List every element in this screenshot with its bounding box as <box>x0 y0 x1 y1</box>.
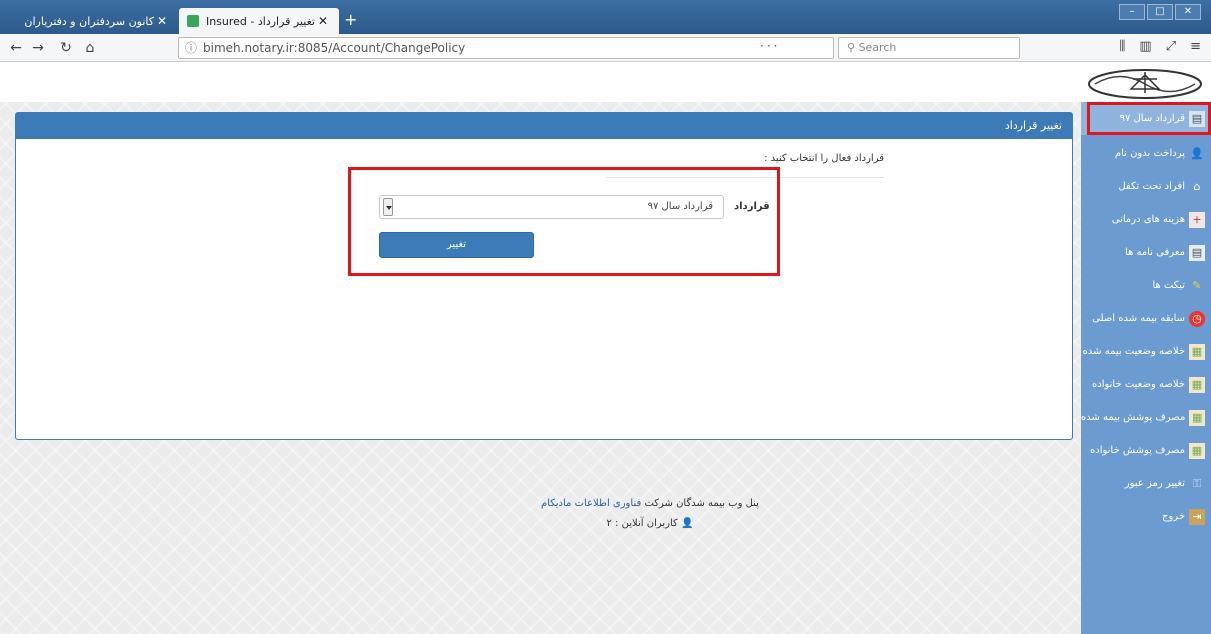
panel-title: تغییر قرارداد <box>16 113 1072 139</box>
tab-change-policy[interactable]: تغییر قرارداد - Madycom Insured ✕ <box>179 8 339 34</box>
online-users-text: کاربران آنلاین : ۲ <box>606 518 678 529</box>
browser-nav-bar: ← → ↻ ⌂ ⓘ bimeh.notary.ir:8085/Account/C… <box>0 34 1211 62</box>
sidebar-item-label: هزینه های درمانی <box>1111 214 1185 225</box>
exit-icon: ⇥ <box>1189 508 1205 525</box>
report-icon: ▦ <box>1189 376 1205 393</box>
search-input[interactable]: ⚲ Search <box>838 37 1020 59</box>
sidebar-item-label: پرداخت بدون نام <box>1114 148 1185 159</box>
site-favicon-icon <box>187 15 199 27</box>
highlight-box-form <box>348 167 780 276</box>
address-bar[interactable]: ⓘ bimeh.notary.ir:8085/Account/ChangePol… <box>178 37 834 59</box>
menu-icon[interactable]: ≡ <box>1190 39 1201 54</box>
home-icon[interactable]: ⌂ <box>80 38 100 58</box>
ticket-icon: ✎ <box>1192 279 1202 292</box>
library-icon[interactable]: ⫼ <box>1119 39 1125 54</box>
info-icon[interactable]: ⓘ <box>185 38 197 58</box>
notary-logo <box>1081 65 1209 102</box>
sidebar-item-label: خلاصه وضعیت بیمه شده <box>1082 346 1185 357</box>
close-tab-icon[interactable]: ✕ <box>315 14 331 28</box>
sidebar-item-label: خلاصه وضعیت خانواده <box>1092 379 1185 390</box>
maximize-icon[interactable]: □ <box>1147 4 1173 20</box>
online-users: 👤 کاربران آنلاین : ۲ <box>300 518 1000 529</box>
letter-icon: ▤ <box>1189 244 1205 261</box>
company-link[interactable]: فناوری اطلاعات مادیکام <box>541 498 641 509</box>
sidebar-item-label: مصرف پوشش بیمه شده <box>1081 412 1186 423</box>
sidebar-item-family-summary[interactable]: ▦ خلاصه وضعیت خانواده <box>1081 368 1211 401</box>
sidebar-item-label: تیکت ها <box>1152 280 1185 291</box>
url-text: bimeh.notary.ir:8085/Account/ChangePolic… <box>203 41 466 55</box>
report-icon: ▦ <box>1189 409 1205 426</box>
tab-title: تغییر قرارداد - Madycom Insured <box>205 14 315 28</box>
reload-icon[interactable]: ↻ <box>56 38 76 58</box>
sidebar-item-referrals[interactable]: ▤ معرفی نامه ها <box>1081 236 1211 269</box>
sidebar-item-exit[interactable]: ⇥ خروج <box>1081 500 1211 533</box>
search-icon: ⚲ <box>847 41 859 54</box>
browser-tab-bar: کانون سردفتران و دفتریاران ✕ تغییر قرارد… <box>0 0 1211 34</box>
close-window-icon[interactable]: ✕ <box>1175 4 1201 20</box>
sidebar-item-label: معرفی نامه ها <box>1124 247 1185 258</box>
footer-prefix: پنل وب بیمه شدگان شرکت <box>644 498 759 509</box>
sidebar-item-label: افراد تحت تکفل <box>1118 181 1185 192</box>
minimize-icon[interactable]: – <box>1119 4 1145 20</box>
sidebar-item-history[interactable]: ◷ سابقه بیمه شده اصلی <box>1081 302 1211 335</box>
sidebar: ▤ قرارداد سال ۹۷ 👤 پرداخت بدون نام ⌂ افر… <box>1081 102 1211 634</box>
change-policy-panel: تغییر قرارداد قرارداد فعال را انتخاب کنی… <box>15 112 1073 440</box>
sidebar-item-label: خروج <box>1162 511 1185 522</box>
page-header <box>0 62 1211 102</box>
back-icon[interactable]: ← <box>6 38 26 58</box>
sidebar-item-dependents[interactable]: ⌂ افراد تحت تکفل <box>1081 170 1211 203</box>
close-tab-icon[interactable]: ✕ <box>154 14 170 28</box>
page-actions-icon[interactable]: ··· <box>760 39 780 53</box>
sidebar-item-change-password[interactable]: ⚿ تغییر رمز عبور <box>1081 467 1211 500</box>
search-placeholder: Search <box>858 41 897 54</box>
sidebar-item-payment[interactable]: 👤 پرداخت بدون نام <box>1081 137 1211 170</box>
sidebar-item-insured-summary[interactable]: ▦ خلاصه وضعیت بیمه شده <box>1081 335 1211 368</box>
tab-notary[interactable]: کانون سردفتران و دفتریاران ✕ <box>8 8 178 34</box>
medical-icon: + <box>1189 211 1205 228</box>
tab-title: کانون سردفتران و دفتریاران <box>24 14 154 28</box>
toolbar-right: ⫼ ▥ ⤢ ≡ <box>1119 39 1201 54</box>
user-icon: 👤 <box>1190 147 1204 160</box>
sidebar-item-insured-coverage[interactable]: ▦ مصرف پوشش بیمه شده <box>1081 401 1211 434</box>
sidebar-item-label: مصرف پوشش خانواده <box>1090 445 1185 456</box>
footer-credit: پنل وب بیمه شدگان شرکت فناوری اطلاعات ما… <box>300 498 1000 509</box>
instruction-text: قرارداد فعال را انتخاب کنید : <box>764 153 884 164</box>
new-tab-button[interactable]: + <box>344 10 357 29</box>
sidebar-item-medical-costs[interactable]: + هزینه های درمانی <box>1081 203 1211 236</box>
report-icon: ▦ <box>1189 343 1205 360</box>
sidebar-item-label: تغییر رمز عبور <box>1124 478 1185 489</box>
sidebar-item-family-coverage[interactable]: ▦ مصرف پوشش خانواده <box>1081 434 1211 467</box>
report-icon: ▦ <box>1189 442 1205 459</box>
highlight-box-sidebar <box>1087 102 1211 135</box>
window-controls: – □ ✕ <box>1117 4 1201 20</box>
key-icon: ⚿ <box>1192 476 1202 490</box>
clock-icon: ◷ <box>1189 310 1205 327</box>
sidebar-item-label: سابقه بیمه شده اصلی <box>1092 313 1185 324</box>
fullscreen-icon[interactable]: ⤢ <box>1166 39 1176 54</box>
sidebar-toggle-icon[interactable]: ▥ <box>1139 39 1151 54</box>
forward-icon[interactable]: → <box>28 38 48 58</box>
family-icon: ⌂ <box>1193 180 1201 193</box>
sidebar-item-tickets[interactable]: ✎ تیکت ها <box>1081 269 1211 302</box>
user-icon: 👤 <box>681 518 694 529</box>
